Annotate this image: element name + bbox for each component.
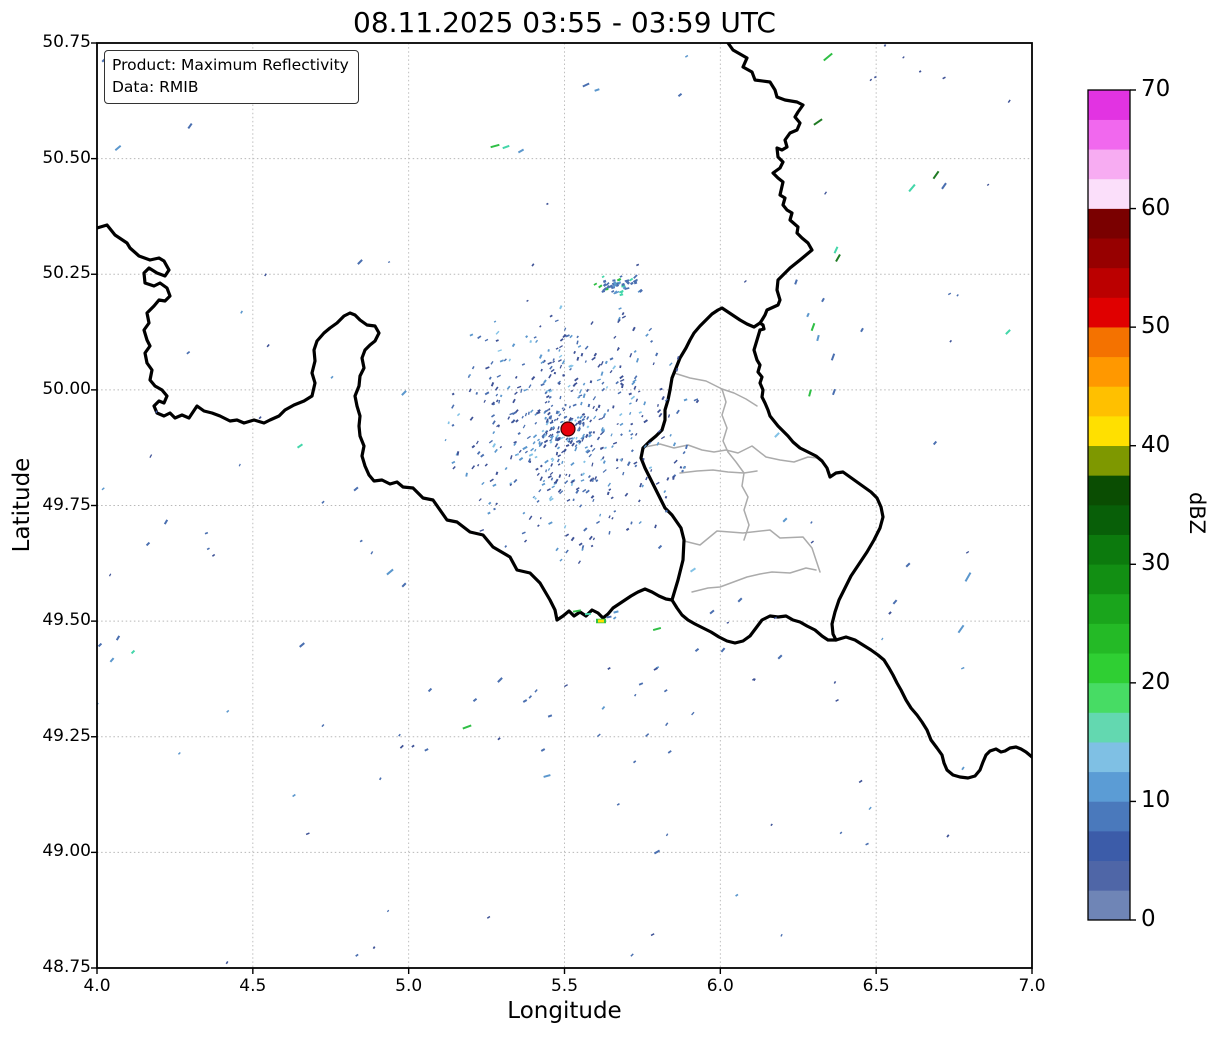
x-axis-label: Longitude — [507, 998, 622, 1024]
product-line: Product: Maximum Reflectivity — [112, 56, 349, 74]
y-tick-label: 49.75 — [42, 494, 91, 515]
colorbar-tick-label: 40 — [1141, 431, 1171, 458]
y-tick-label: 48.75 — [42, 957, 91, 977]
admin-borders — [644, 372, 821, 593]
y-tick-label: 49.25 — [42, 725, 91, 746]
colorbar-tick-label: 30 — [1141, 550, 1171, 577]
product-annotation-box: Product: Maximum Reflectivity Data: RMIB — [104, 50, 359, 104]
y-tick-label: 50.00 — [42, 378, 91, 399]
colorbar-tick-label: 50 — [1141, 313, 1171, 340]
plot-area — [91, 42, 1033, 974]
y-axis-label: Latitude — [9, 457, 35, 553]
x-tick-label: 4.0 — [83, 976, 111, 996]
x-tick-label: 6.5 — [862, 976, 890, 996]
colorbar-tick-label: 20 — [1141, 668, 1171, 695]
colorbar-tick-label: 0 — [1141, 906, 1156, 932]
radar-site-marker — [560, 421, 576, 437]
country-borders — [97, 43, 1032, 780]
x-tick-label: 5.0 — [395, 976, 423, 996]
colorbar — [1087, 89, 1136, 921]
y-tick-label: 49.50 — [42, 610, 91, 631]
colorbar-tick-label: 10 — [1141, 787, 1171, 814]
x-tick-label: 4.5 — [239, 976, 267, 996]
x-tick-label: 6.0 — [706, 976, 734, 996]
y-tick-label: 50.25 — [42, 263, 91, 284]
y-tick-label: 50.50 — [42, 147, 91, 168]
radar-reflectivity-figure: 08.11.2025 03:55 - 03:59 UTC Product: Ma… — [0, 0, 1219, 1040]
y-tick-label: 50.75 — [42, 32, 91, 52]
radar-echoes — [97, 44, 1011, 965]
colorbar-tick-label: 70 — [1141, 76, 1171, 102]
map-canvas — [91, 42, 1136, 974]
colorbar-label: dBZ — [1185, 491, 1209, 535]
x-tick-label: 5.5 — [550, 976, 579, 996]
y-tick-label: 49.00 — [42, 841, 91, 862]
data-source-line: Data: RMIB — [112, 78, 199, 96]
x-tick-label: 7.0 — [1018, 976, 1046, 996]
colorbar-tick-label: 60 — [1141, 194, 1171, 221]
